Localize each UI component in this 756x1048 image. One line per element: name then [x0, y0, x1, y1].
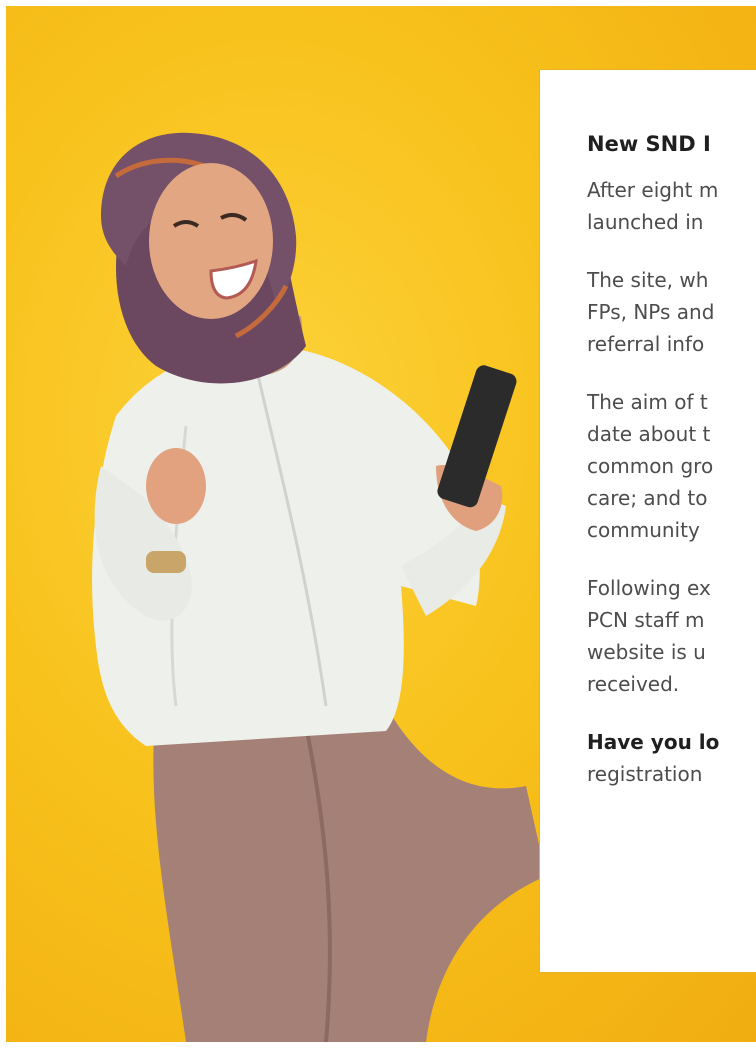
hero-banner: New SND I After eight m launched in The …: [6, 6, 756, 1042]
text-line: PCN staff m: [587, 608, 705, 632]
text-line: The aim of t: [587, 390, 708, 414]
text-line: community: [587, 518, 700, 542]
article-title: New SND I: [587, 132, 711, 156]
article-paragraph-4: Following ex PCN staff m website is u re…: [587, 572, 756, 700]
text-line: received.: [587, 672, 680, 696]
page: New SND I After eight m launched in The …: [0, 0, 756, 1048]
text-line: care; and to: [587, 486, 708, 510]
article-cta: Have you lo registration: [587, 726, 756, 790]
article-paragraph-1: After eight m launched in: [587, 174, 756, 238]
article-content: New SND I After eight m launched in The …: [587, 130, 756, 816]
text-line: After eight m: [587, 178, 719, 202]
article-paragraph-3: The aim of t date about t common gro car…: [587, 386, 756, 546]
cta-text: registration: [587, 762, 703, 786]
text-line: FPs, NPs and: [587, 300, 715, 324]
cta-question: Have you lo: [587, 730, 720, 754]
text-line: Following ex: [587, 576, 711, 600]
text-line: referral info: [587, 332, 705, 356]
text-line: The site, wh: [587, 268, 709, 292]
text-line: date about t: [587, 422, 711, 446]
text-line: launched in: [587, 210, 704, 234]
text-line: website is u: [587, 640, 706, 664]
article-card: New SND I After eight m launched in The …: [539, 69, 756, 973]
text-line: common gro: [587, 454, 714, 478]
article-paragraph-2: The site, wh FPs, NPs and referral info: [587, 264, 756, 360]
